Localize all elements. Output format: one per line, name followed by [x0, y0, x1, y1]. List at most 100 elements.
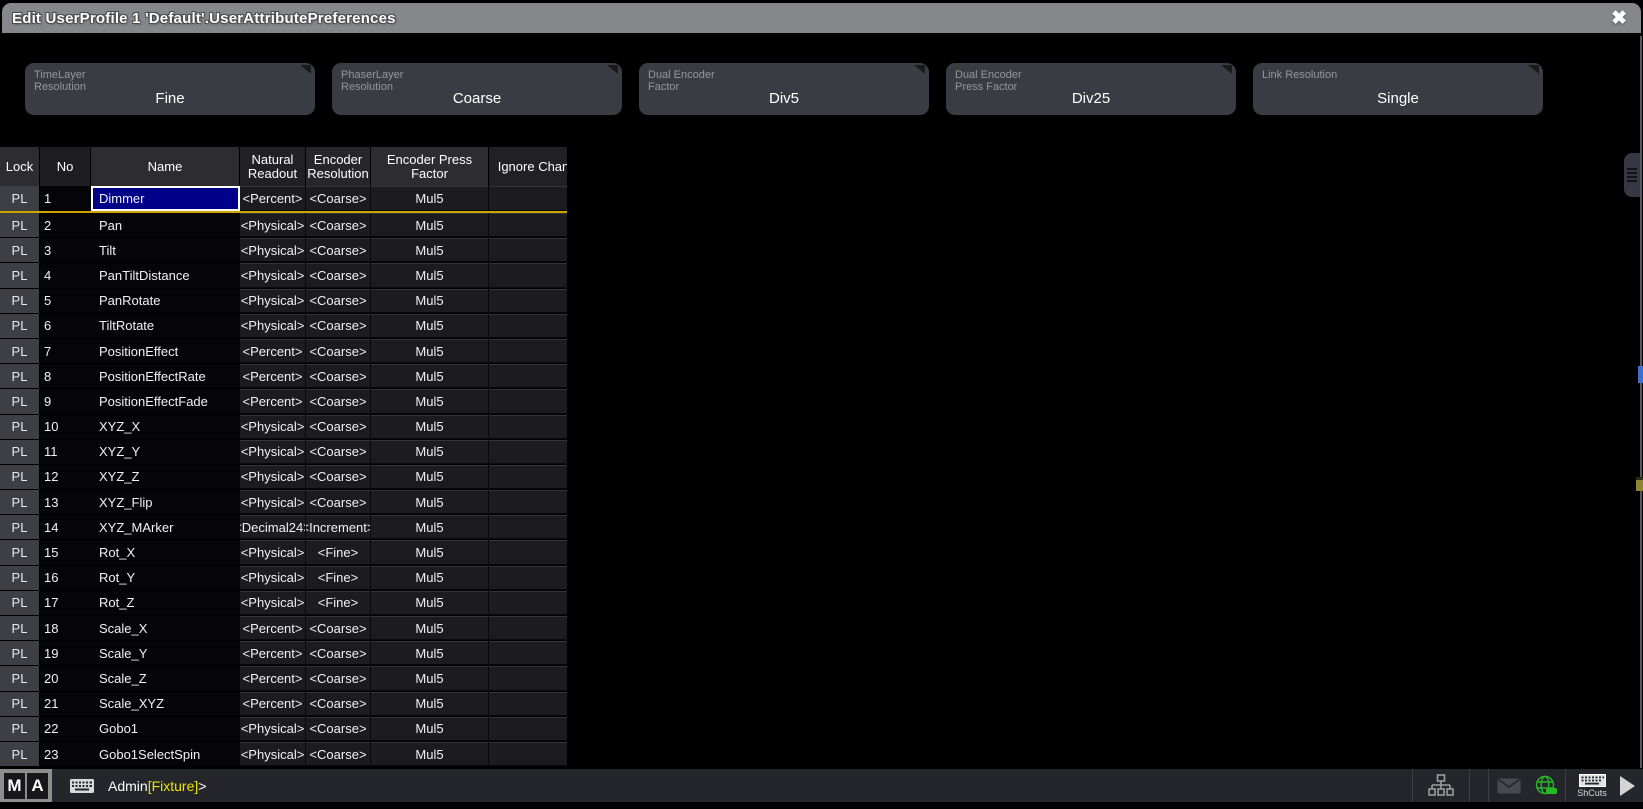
- no-cell[interactable]: 5: [40, 289, 91, 313]
- natural-readout-cell[interactable]: <Physical>: [240, 263, 306, 287]
- name-cell[interactable]: XYZ_MArker: [91, 515, 240, 539]
- encoder-resolution-cell[interactable]: <Coarse>: [306, 490, 371, 514]
- column-header-natural-readout[interactable]: Natural Readout: [240, 147, 306, 186]
- no-cell[interactable]: 20: [40, 666, 91, 690]
- no-cell[interactable]: 4: [40, 263, 91, 287]
- encoder-resolution-cell[interactable]: <Coarse>: [306, 641, 371, 665]
- encoder-resolution-cell[interactable]: <Coarse>: [306, 314, 371, 338]
- ignore-chan-cell[interactable]: [489, 389, 567, 413]
- encoder-resolution-cell[interactable]: <Coarse>: [306, 616, 371, 640]
- lock-cell[interactable]: PL: [0, 666, 40, 690]
- name-cell[interactable]: Gobo1: [91, 717, 240, 741]
- encoder-press-factor-cell[interactable]: Mul5: [371, 515, 489, 539]
- lock-cell[interactable]: PL: [0, 440, 40, 464]
- encoder-resolution-cell[interactable]: <Coarse>: [306, 389, 371, 413]
- natural-readout-cell[interactable]: <Physical>: [240, 591, 306, 615]
- no-cell[interactable]: 23: [40, 742, 91, 766]
- encoder-press-factor-cell[interactable]: Mul5: [371, 540, 489, 564]
- encoder-press-factor-cell[interactable]: Mul5: [371, 666, 489, 690]
- no-cell[interactable]: 21: [40, 692, 91, 716]
- encoder-resolution-cell[interactable]: <Coarse>: [306, 289, 371, 313]
- ignore-chan-cell[interactable]: [489, 692, 567, 716]
- lock-cell[interactable]: PL: [0, 490, 40, 514]
- encoder-press-factor-cell[interactable]: Mul5: [371, 717, 489, 741]
- ignore-chan-cell[interactable]: [489, 490, 567, 514]
- natural-readout-cell[interactable]: <Physical>: [240, 238, 306, 262]
- no-cell[interactable]: 1: [40, 186, 91, 211]
- lock-cell[interactable]: PL: [0, 742, 40, 766]
- natural-readout-cell[interactable]: <Percent>: [240, 389, 306, 413]
- no-cell[interactable]: 10: [40, 415, 91, 439]
- name-cell[interactable]: XYZ_Y: [91, 440, 240, 464]
- name-cell[interactable]: Gobo1SelectSpin: [91, 742, 240, 766]
- encoder-press-factor-cell[interactable]: Mul5: [371, 465, 489, 489]
- natural-readout-cell[interactable]: <Physical>: [240, 465, 306, 489]
- name-cell[interactable]: XYZ_Z: [91, 465, 240, 489]
- encoder-resolution-cell[interactable]: <Coarse>: [306, 666, 371, 690]
- column-header-ignore-chan[interactable]: Ignore Chan: [489, 147, 567, 186]
- lock-cell[interactable]: PL: [0, 465, 40, 489]
- natural-readout-cell[interactable]: <Physical>: [240, 490, 306, 514]
- natural-readout-cell[interactable]: <Physical>: [240, 213, 306, 237]
- lock-cell[interactable]: PL: [0, 238, 40, 262]
- column-header-encoder-resolution[interactable]: Encoder Resolution: [306, 147, 371, 186]
- message-envelope-icon[interactable]: [1497, 778, 1521, 794]
- lock-cell[interactable]: PL: [0, 339, 40, 363]
- no-cell[interactable]: 2: [40, 213, 91, 237]
- encoder-resolution-cell[interactable]: <Coarse>: [306, 440, 371, 464]
- lock-cell[interactable]: PL: [0, 616, 40, 640]
- lock-cell[interactable]: PL: [0, 186, 40, 211]
- encoder-press-factor-cell[interactable]: Mul5: [371, 186, 489, 211]
- encoder-resolution-cell[interactable]: <Coarse>: [306, 263, 371, 287]
- encoder-resolution-cell[interactable]: <Coarse>: [306, 692, 371, 716]
- natural-readout-cell[interactable]: <Percent>: [240, 666, 306, 690]
- name-cell[interactable]: PositionEffect: [91, 339, 240, 363]
- encoder-press-factor-cell[interactable]: Mul5: [371, 742, 489, 766]
- name-cell[interactable]: Rot_X: [91, 540, 240, 564]
- lock-cell[interactable]: PL: [0, 641, 40, 665]
- encoder-press-factor-cell[interactable]: Mul5: [371, 440, 489, 464]
- ignore-chan-cell[interactable]: [489, 540, 567, 564]
- encoder-resolution-cell[interactable]: <Fine>: [306, 540, 371, 564]
- column-header-name[interactable]: Name: [91, 147, 240, 186]
- natural-readout-cell[interactable]: <Physical>: [240, 314, 306, 338]
- ignore-chan-cell[interactable]: [489, 440, 567, 464]
- ignore-chan-cell[interactable]: [489, 742, 567, 766]
- ignore-chan-cell[interactable]: [489, 465, 567, 489]
- dropdown-dual-encoder-press-factor[interactable]: Dual EncoderPress Factor Div25: [946, 63, 1236, 115]
- natural-readout-cell[interactable]: <Physical>: [240, 742, 306, 766]
- network-button[interactable]: [1413, 769, 1469, 802]
- lock-cell[interactable]: PL: [0, 515, 40, 539]
- encoder-resolution-cell[interactable]: <Increment>: [306, 515, 371, 539]
- name-cell[interactable]: Rot_Z: [91, 591, 240, 615]
- encoder-resolution-cell[interactable]: <Coarse>: [306, 364, 371, 388]
- ignore-chan-cell[interactable]: [489, 717, 567, 741]
- encoder-resolution-cell[interactable]: <Fine>: [306, 566, 371, 590]
- no-cell[interactable]: 14: [40, 515, 91, 539]
- no-cell[interactable]: 18: [40, 616, 91, 640]
- ignore-chan-cell[interactable]: [489, 238, 567, 262]
- natural-readout-cell[interactable]: <Percent>: [240, 186, 306, 211]
- encoder-resolution-cell[interactable]: <Coarse>: [306, 465, 371, 489]
- lock-cell[interactable]: PL: [0, 389, 40, 413]
- lock-cell[interactable]: PL: [0, 289, 40, 313]
- ignore-chan-cell[interactable]: [489, 666, 567, 690]
- ignore-chan-cell[interactable]: [489, 616, 567, 640]
- lock-cell[interactable]: PL: [0, 314, 40, 338]
- encoder-press-factor-cell[interactable]: Mul5: [371, 641, 489, 665]
- encoder-press-factor-cell[interactable]: Mul5: [371, 415, 489, 439]
- encoder-press-factor-cell[interactable]: Mul5: [371, 314, 489, 338]
- lock-cell[interactable]: PL: [0, 263, 40, 287]
- no-cell[interactable]: 13: [40, 490, 91, 514]
- lock-cell[interactable]: PL: [0, 213, 40, 237]
- natural-readout-cell[interactable]: <Decimal24>: [240, 515, 306, 539]
- name-cell[interactable]: PanTiltDistance: [91, 263, 240, 287]
- no-cell[interactable]: 12: [40, 465, 91, 489]
- natural-readout-cell[interactable]: <Physical>: [240, 440, 306, 464]
- lock-cell[interactable]: PL: [0, 415, 40, 439]
- name-cell[interactable]: TiltRotate: [91, 314, 240, 338]
- encoder-press-factor-cell[interactable]: Mul5: [371, 263, 489, 287]
- name-cell[interactable]: Tilt: [91, 238, 240, 262]
- ignore-chan-cell[interactable]: [489, 213, 567, 237]
- remote-globe-icon[interactable]: [1535, 775, 1558, 797]
